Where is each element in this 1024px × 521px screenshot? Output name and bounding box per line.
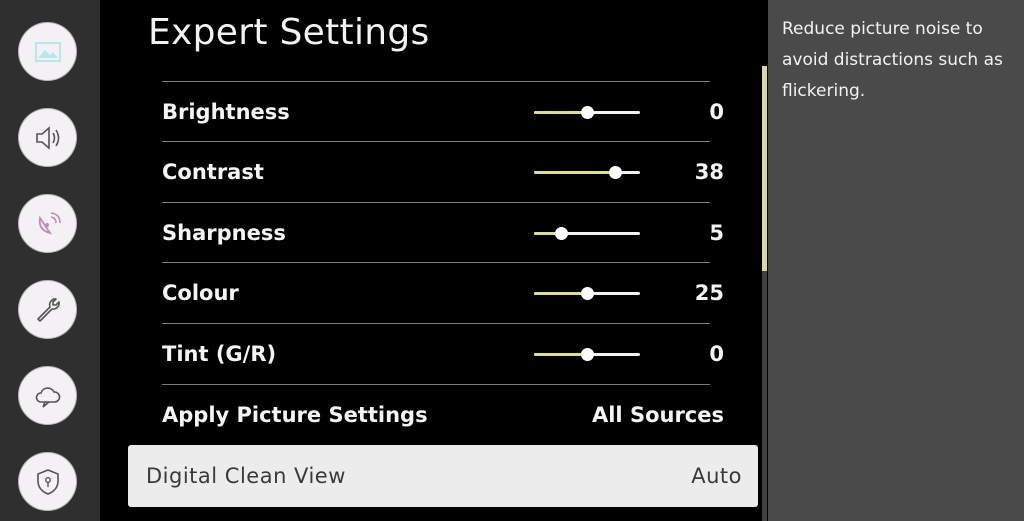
setting-value: 0 bbox=[709, 100, 724, 124]
support-cloud-icon[interactable] bbox=[18, 366, 77, 425]
sidebar bbox=[0, 0, 100, 521]
picture-icon[interactable] bbox=[18, 22, 77, 81]
setting-label: Brightness bbox=[162, 100, 290, 124]
setting-value: 0 bbox=[709, 342, 724, 366]
expert-settings-panel: Expert Settings Brightness 0 Contrast 38… bbox=[100, 0, 768, 521]
broadcasting-icon[interactable] bbox=[18, 194, 77, 253]
divider bbox=[162, 202, 710, 203]
setting-row-contrast[interactable]: Contrast 38 bbox=[162, 152, 724, 192]
divider bbox=[162, 262, 710, 263]
tint-slider[interactable] bbox=[534, 348, 640, 361]
speaker-icon bbox=[35, 125, 59, 150]
cloud-question-icon bbox=[35, 386, 60, 408]
help-panel: Reduce picture noise to avoid distractio… bbox=[768, 0, 1024, 521]
scrollbar[interactable] bbox=[762, 66, 767, 521]
setting-label: Tint (G/R) bbox=[162, 342, 277, 366]
setting-label: Contrast bbox=[162, 160, 264, 184]
setting-value: 5 bbox=[709, 221, 724, 245]
privacy-shield-icon[interactable] bbox=[18, 452, 77, 511]
help-text: Reduce picture noise to avoid distractio… bbox=[782, 19, 1003, 101]
slider-fill bbox=[534, 292, 587, 295]
wrench-icon bbox=[36, 297, 60, 322]
slider-knob[interactable] bbox=[608, 166, 622, 179]
sound-icon[interactable] bbox=[18, 108, 77, 167]
setting-row-colour[interactable]: Colour 25 bbox=[162, 273, 724, 313]
slider-fill bbox=[534, 171, 615, 174]
slider-fill bbox=[534, 353, 587, 356]
setting-label: Colour bbox=[162, 281, 239, 305]
setting-value: All Sources bbox=[591, 403, 724, 427]
setting-label: Sharpness bbox=[162, 221, 286, 245]
divider bbox=[162, 323, 710, 324]
satellite-dish-icon bbox=[38, 211, 61, 234]
setting-value: 25 bbox=[694, 281, 724, 305]
setting-row-tint[interactable]: Tint (G/R) 0 bbox=[162, 334, 724, 374]
slider-knob[interactable] bbox=[581, 287, 594, 300]
divider bbox=[162, 384, 710, 385]
setting-row-apply-picture-settings[interactable]: Apply Picture Settings All Sources bbox=[162, 395, 724, 435]
slider-knob[interactable] bbox=[554, 227, 568, 240]
scrollbar-thumb[interactable] bbox=[762, 66, 767, 271]
setting-label: Apply Picture Settings bbox=[162, 403, 428, 427]
divider bbox=[162, 81, 710, 82]
page-title: Expert Settings bbox=[148, 12, 430, 53]
contrast-slider[interactable] bbox=[534, 166, 640, 179]
picture-icon-graphic bbox=[34, 41, 61, 62]
general-wrench-icon[interactable] bbox=[18, 280, 77, 339]
setting-row-sharpness[interactable]: Sharpness 5 bbox=[162, 213, 724, 253]
sharpness-slider[interactable] bbox=[534, 227, 640, 240]
shield-icon bbox=[36, 468, 59, 495]
setting-row-brightness[interactable]: Brightness 0 bbox=[162, 92, 724, 132]
setting-value: 38 bbox=[694, 160, 724, 184]
divider bbox=[162, 141, 710, 142]
setting-label: Digital Clean View bbox=[146, 464, 346, 488]
setting-row-digital-clean-view[interactable]: Digital Clean View Auto bbox=[128, 445, 758, 507]
setting-value: Auto bbox=[691, 464, 742, 488]
slider-fill bbox=[534, 111, 587, 114]
slider-knob[interactable] bbox=[581, 348, 594, 361]
colour-slider[interactable] bbox=[534, 287, 640, 300]
brightness-slider[interactable] bbox=[534, 106, 640, 119]
slider-knob[interactable] bbox=[581, 106, 594, 119]
